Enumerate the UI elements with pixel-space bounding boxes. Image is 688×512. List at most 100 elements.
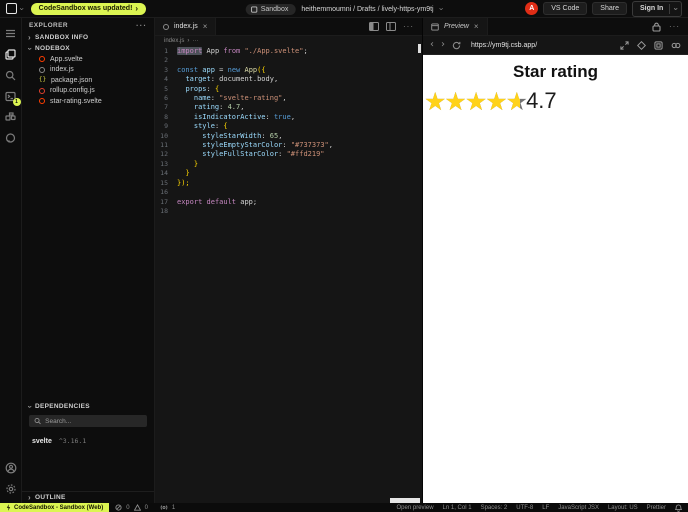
file-item[interactable]: rollup.config.js xyxy=(22,86,154,97)
file-item[interactable]: {} package.json xyxy=(22,75,154,86)
file-item[interactable]: index.js xyxy=(22,65,154,76)
editor-hscrollbar-thumb[interactable] xyxy=(390,498,420,503)
status-item[interactable]: LF xyxy=(542,505,549,511)
close-icon[interactable]: × xyxy=(203,22,208,31)
section-nodebox[interactable]: › NODEBOX xyxy=(22,43,154,54)
workspace-status[interactable]: CodeSandbox - Sandbox (Web) xyxy=(0,503,110,512)
breadcrumb[interactable]: heithemmoumni / Drafts / lively-https-ym… xyxy=(301,6,433,13)
status-item[interactable]: JavaScript JSX xyxy=(558,505,599,511)
tab-preview[interactable]: Preview × xyxy=(423,18,488,35)
cube-icon xyxy=(251,5,258,13)
github-icon[interactable] xyxy=(0,128,22,149)
section-outline[interactable]: › OUTLINE xyxy=(22,491,154,503)
code-line: 14 } xyxy=(160,169,190,178)
status-item[interactable]: Spaces: 2 xyxy=(481,505,508,511)
dependency-row[interactable]: svelte ^3.16.1 xyxy=(22,431,154,451)
editor-pane: index.js × ··· index.js › ··· 1 import Ap… xyxy=(155,18,422,503)
responsive-icon[interactable] xyxy=(637,40,646,50)
status-right: Open preview Ln 1, Col 1 Spaces: 2 UTF-8 LF J… xyxy=(397,503,688,512)
link-icon[interactable] xyxy=(671,41,681,50)
more-actions-icon[interactable]: ··· xyxy=(403,22,414,31)
resize-icon[interactable] xyxy=(620,40,629,50)
tab-label: index.js xyxy=(174,23,198,30)
search-icon xyxy=(34,418,41,425)
stars-full: ★★★★★ xyxy=(424,88,520,114)
explorer-title: EXPLORER xyxy=(29,21,68,29)
chevron-down-icon[interactable]: › xyxy=(437,8,446,11)
search-icon[interactable] xyxy=(0,65,22,86)
warnings-count: 0 xyxy=(144,504,148,511)
dependency-version: ^3.16.1 xyxy=(58,437,87,445)
topbar-right: A VS Code Share Sign In › xyxy=(525,0,682,17)
code-line: 13 } xyxy=(160,159,199,168)
codesandbox-logo-icon[interactable] xyxy=(6,3,17,14)
chevron-right-icon: › xyxy=(135,3,139,13)
status-item[interactable]: UTF-8 xyxy=(516,505,533,511)
settings-gear-icon[interactable] xyxy=(0,478,22,499)
section-nodebox-label: NODEBOX xyxy=(34,45,70,52)
file-name: index.js xyxy=(50,66,74,74)
status-item[interactable]: Ln 1, Col 1 xyxy=(443,505,472,511)
code-area[interactable]: 1 import App from "./App.svelte"; 2 3 const … xyxy=(155,45,422,503)
address-bar[interactable]: https://ym9tj.csb.app/ xyxy=(471,42,537,49)
section-dependencies-label: DEPENDENCIES xyxy=(34,403,90,410)
signin-label: Sign In xyxy=(639,5,664,12)
file-item[interactable]: star-rating.svelte xyxy=(22,96,154,107)
more-actions-icon[interactable]: ··· xyxy=(136,21,147,30)
rating-row: ★★★★★ ★★★★★ 4.7 xyxy=(423,88,688,114)
preview-tabbar-actions: ··· xyxy=(644,18,688,35)
star-rating-widget[interactable]: ★★★★★ ★★★★★ xyxy=(424,88,528,114)
chevron-down-icon[interactable]: › xyxy=(17,7,26,10)
broadcast-icon xyxy=(160,505,168,510)
config-file-icon xyxy=(39,87,45,94)
more-actions-icon[interactable]: ··· xyxy=(669,22,680,31)
refresh-icon[interactable] xyxy=(452,41,461,50)
status-item[interactable]: Open preview xyxy=(397,505,434,511)
dependency-search-input[interactable] xyxy=(45,417,142,425)
explorer-sidebar: EXPLORER ··· › SANDBOX INFO › NODEBOX Ap… xyxy=(22,18,155,503)
bell-icon[interactable] xyxy=(675,503,682,512)
editor-scrollbar-thumb[interactable] xyxy=(418,44,421,53)
status-item[interactable]: Layout: US xyxy=(608,505,638,511)
open-window-icon[interactable] xyxy=(654,40,663,50)
terminal-icon[interactable]: 1 xyxy=(0,86,22,107)
chevron-down-icon[interactable]: › xyxy=(672,7,681,10)
code-line: 7 rating: 4.7, xyxy=(164,103,245,112)
problems-status[interactable]: 0 0 xyxy=(109,503,154,512)
close-icon[interactable]: × xyxy=(474,22,479,31)
ports-status[interactable]: 1 xyxy=(154,503,181,512)
tab-index-js[interactable]: index.js × xyxy=(155,18,217,35)
editor-tab-bar: index.js × ··· xyxy=(155,18,422,36)
devtools-grid-icon[interactable] xyxy=(0,107,22,128)
status-bar: CodeSandbox - Sandbox (Web) 0 0 1 Open p… xyxy=(0,503,688,512)
file-list: App.svelte index.js{} package.json rollup.c… xyxy=(22,54,154,107)
vscode-button[interactable]: VS Code xyxy=(543,2,588,15)
share-button[interactable]: Share xyxy=(592,2,627,15)
forward-icon[interactable]: › xyxy=(441,40,445,50)
menu-icon[interactable] xyxy=(0,23,22,44)
section-dependencies[interactable]: › DEPENDENCIES xyxy=(22,401,154,412)
signin-button[interactable]: Sign In › xyxy=(631,0,682,17)
back-icon[interactable]: ‹ xyxy=(430,40,434,50)
editor-breadcrumb[interactable]: index.js › ··· xyxy=(155,36,422,45)
code-line: 12 styleFullStarColor: "#ffd219" xyxy=(160,150,325,159)
split-editor-icon[interactable] xyxy=(369,22,379,31)
update-banner[interactable]: CodeSandbox was updated! › xyxy=(30,2,147,15)
explorer-header: EXPLORER ··· xyxy=(22,18,154,32)
account-icon[interactable] xyxy=(0,457,22,478)
section-outline-label: OUTLINE xyxy=(34,494,66,501)
section-sandbox-info[interactable]: › SANDBOX INFO xyxy=(22,32,154,43)
workspace-label: CodeSandbox - Sandbox (Web) xyxy=(14,504,104,511)
file-item[interactable]: App.svelte xyxy=(22,54,154,65)
errors-icon xyxy=(115,504,122,511)
status-item[interactable]: Prettier xyxy=(647,505,666,511)
code-line: 2 xyxy=(164,56,168,65)
avatar[interactable]: A xyxy=(525,2,539,15)
explorer-files-icon[interactable] xyxy=(0,44,22,65)
lock-icon[interactable] xyxy=(652,22,661,32)
preview-tab-label: Preview xyxy=(444,23,469,30)
code-line: 6 name: "svelte-rating", xyxy=(164,94,287,103)
layout-icon[interactable] xyxy=(386,22,396,31)
browser-toolbar: ‹ › https://ym9tj.csb.app/ xyxy=(423,36,688,55)
sandbox-badge[interactable]: Sandbox xyxy=(245,3,296,15)
